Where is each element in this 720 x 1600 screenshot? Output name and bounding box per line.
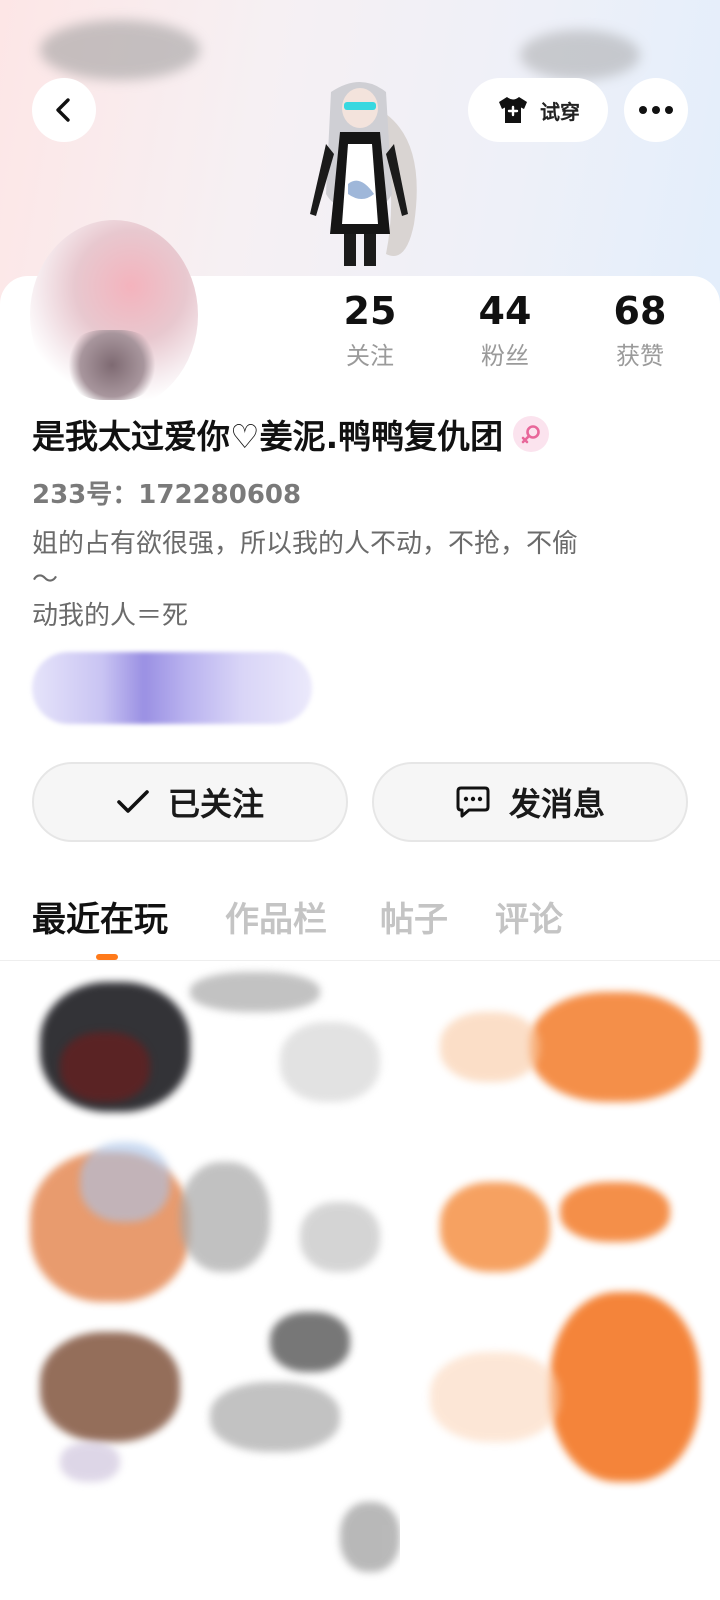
stat-followers-label: 粉丝 <box>481 342 529 370</box>
female-gender-icon <box>513 416 550 452</box>
user-bio: 姐的占有欲很强，所以我的人不动，不抢，不偷 ～ 动我的人＝死 <box>32 529 579 631</box>
stat-following[interactable]: 25 关注 <box>310 288 430 378</box>
profile-stats: 25 关注 44 粉丝 68 获赞 <box>0 288 720 388</box>
chevron-left-icon <box>56 98 70 122</box>
profile-actions: 已关注 发消息 <box>32 762 688 842</box>
following-button[interactable]: 已关注 <box>32 762 348 842</box>
checkmark-icon <box>117 790 149 813</box>
stat-followers[interactable]: 44 粉丝 <box>445 288 565 378</box>
user-nickname: 是我太过爱你♡姜泥.鸭鸭复仇团 <box>32 417 504 456</box>
chat-bubble-icon <box>456 786 490 818</box>
try-on-button[interactable]: 试穿 <box>468 78 608 142</box>
try-on-label: 试穿 <box>540 99 580 124</box>
send-message-label: 发消息 <box>508 785 605 823</box>
tab-comments[interactable]: 评论 <box>495 892 563 941</box>
back-button[interactable] <box>32 78 96 142</box>
tab-works[interactable]: 作品栏 <box>225 892 327 941</box>
character-avatar-3d[interactable] <box>286 74 436 274</box>
stat-followers-value: 44 <box>478 289 532 333</box>
tab-recently-played[interactable]: 最近在玩 <box>32 892 168 941</box>
recently-played-grid <box>0 962 720 1600</box>
stat-following-label: 关注 <box>346 342 394 370</box>
following-button-label: 已关注 <box>167 785 264 823</box>
tabs-divider <box>0 960 720 961</box>
user-nickname-row: 是我太过爱你♡姜泥.鸭鸭复仇团 <box>32 410 550 458</box>
game-thumbnail[interactable] <box>420 962 710 1592</box>
stat-likes-label: 获赞 <box>616 342 664 370</box>
blurred-badge <box>32 652 312 724</box>
banner-decoration <box>40 20 200 80</box>
stat-likes-value: 68 <box>613 289 667 333</box>
send-message-button[interactable]: 发消息 <box>372 762 688 842</box>
game-thumbnail[interactable] <box>20 962 400 1592</box>
more-button[interactable] <box>624 78 688 142</box>
user-id: 233号：172280608 <box>32 480 302 510</box>
tshirt-icon <box>499 97 527 123</box>
more-dots-icon <box>639 106 673 114</box>
stat-likes[interactable]: 68 获赞 <box>580 288 700 378</box>
tab-posts[interactable]: 帖子 <box>380 892 448 941</box>
stat-following-value: 25 <box>343 289 397 333</box>
banner-decoration <box>520 30 640 80</box>
